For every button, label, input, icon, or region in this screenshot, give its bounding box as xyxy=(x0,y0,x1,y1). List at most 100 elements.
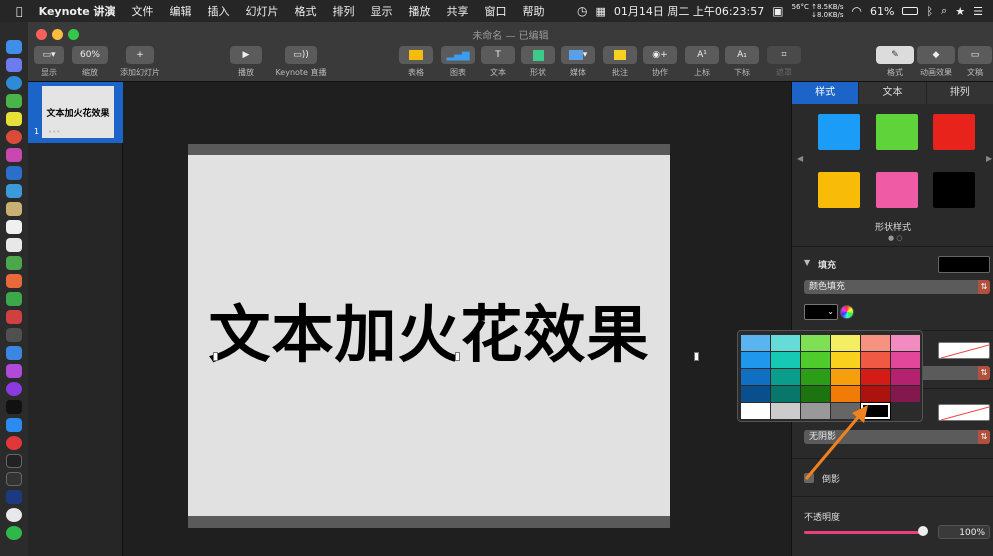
border-color-well[interactable] xyxy=(938,342,990,359)
app-icon[interactable] xyxy=(6,274,22,288)
table-button[interactable]: 表格 xyxy=(398,46,434,78)
next-styles-icon[interactable]: ▶ xyxy=(986,154,992,163)
calendar-icon[interactable]: ▦ xyxy=(595,5,605,18)
app-icon[interactable] xyxy=(6,292,22,306)
style-swatch-blue[interactable] xyxy=(818,114,860,150)
shadow-color-well[interactable] xyxy=(938,404,990,421)
fill-color-well[interactable] xyxy=(938,256,990,273)
color-dropdown[interactable]: ⌄ xyxy=(804,304,838,320)
style-swatch-yellow[interactable] xyxy=(818,172,860,208)
favorites-icon[interactable]: ★ xyxy=(955,5,965,18)
menu-list-icon[interactable]: ☰ xyxy=(973,5,983,18)
menu-help[interactable]: 帮助 xyxy=(515,3,553,19)
menu-insert[interactable]: 插入 xyxy=(200,3,238,19)
app-icon[interactable] xyxy=(6,328,22,342)
app-icon[interactable] xyxy=(6,148,22,162)
opacity-slider[interactable] xyxy=(804,531,924,534)
subscript-button[interactable]: A₁ 下标 xyxy=(724,46,760,78)
app-status-icon[interactable]: ▣ xyxy=(772,4,783,18)
menu-slide[interactable]: 幻灯片 xyxy=(238,3,287,19)
app-icon[interactable] xyxy=(6,436,22,450)
finder-icon[interactable] xyxy=(6,40,22,54)
prev-styles-icon[interactable]: ◀ xyxy=(797,154,803,163)
menu-format[interactable]: 格式 xyxy=(287,3,325,19)
launchpad-icon[interactable] xyxy=(6,58,22,72)
palette-swatch[interactable] xyxy=(861,369,890,385)
app-icon[interactable] xyxy=(6,508,22,522)
style-swatch-pink[interactable] xyxy=(876,172,918,208)
app-icon[interactable] xyxy=(6,490,22,504)
app-icon[interactable] xyxy=(6,184,22,198)
app-menu[interactable]: Keynote 讲演 xyxy=(31,3,124,19)
play-button[interactable]: ▶ 播放 xyxy=(228,46,264,78)
text-button[interactable]: T 文本 xyxy=(480,46,516,78)
palette-swatch[interactable] xyxy=(801,335,830,351)
palette-swatch[interactable] xyxy=(741,352,770,368)
palette-swatch[interactable] xyxy=(831,352,860,368)
palette-swatch[interactable] xyxy=(861,352,890,368)
keynote-live-button[interactable]: ▭)) Keynote 直播 xyxy=(270,46,332,78)
palette-swatch[interactable] xyxy=(741,403,770,419)
app-store-icon[interactable] xyxy=(6,418,22,432)
clock-icon[interactable]: ◷ xyxy=(577,4,587,18)
shape-button[interactable]: 形状 xyxy=(520,46,556,78)
resize-handle-center[interactable] xyxy=(455,352,460,361)
calendar-app-icon[interactable] xyxy=(6,220,22,234)
palette-swatch[interactable] xyxy=(741,386,770,402)
palette-swatch[interactable] xyxy=(831,335,860,351)
document-button[interactable]: ▭ 文稿 xyxy=(958,46,992,78)
app-icon[interactable] xyxy=(6,238,22,252)
menu-view[interactable]: 显示 xyxy=(363,3,401,19)
animate-button[interactable]: ◆ 动画效果 xyxy=(916,46,956,78)
app-icon[interactable] xyxy=(6,472,22,486)
tab-style[interactable]: 样式 xyxy=(792,82,860,104)
palette-swatch[interactable] xyxy=(801,369,830,385)
superscript-button[interactable]: A¹ 上标 xyxy=(684,46,720,78)
tv-icon[interactable] xyxy=(6,400,22,414)
view-button[interactable]: ▭▾ 显示 xyxy=(32,46,66,78)
terminal-icon[interactable] xyxy=(6,454,22,468)
palette-swatch[interactable] xyxy=(741,335,770,351)
battery-percent[interactable]: 61% xyxy=(870,5,894,18)
app-icon[interactable] xyxy=(6,310,22,324)
app-icon[interactable] xyxy=(6,364,22,378)
resize-handle-left[interactable] xyxy=(213,352,218,361)
wifi-icon[interactable]: ◠ xyxy=(852,4,862,18)
chrome-icon[interactable] xyxy=(6,130,22,144)
palette-swatch[interactable] xyxy=(891,369,920,385)
tab-text[interactable]: 文本 xyxy=(859,82,927,104)
palette-swatch[interactable] xyxy=(771,369,800,385)
palette-swatch[interactable] xyxy=(891,352,920,368)
resize-handle-right[interactable] xyxy=(694,352,699,361)
menu-edit[interactable]: 编辑 xyxy=(162,3,200,19)
palette-swatch[interactable] xyxy=(861,335,890,351)
menu-arrange[interactable]: 排列 xyxy=(325,3,363,19)
more-icon[interactable]: ••• xyxy=(48,128,60,136)
collaborate-button[interactable]: ◉+ 协作 xyxy=(642,46,678,78)
disclosure-triangle-icon[interactable]: ▼ xyxy=(804,258,810,267)
keynote-icon[interactable] xyxy=(6,346,22,360)
mask-button[interactable]: ⌗ 遮罩 xyxy=(766,46,802,78)
menu-window[interactable]: 窗口 xyxy=(477,3,515,19)
menu-file[interactable]: 文件 xyxy=(124,3,162,19)
page-dots[interactable]: ● ○ xyxy=(888,234,902,242)
zoom-button[interactable]: 60% 缩放 xyxy=(70,46,110,78)
menu-share[interactable]: 共享 xyxy=(439,3,477,19)
palette-swatch[interactable] xyxy=(741,369,770,385)
style-swatch-red[interactable] xyxy=(933,114,975,150)
app-icon[interactable] xyxy=(6,94,22,108)
color-wheel-icon[interactable] xyxy=(840,305,854,319)
bluetooth-icon[interactable]: ᛒ xyxy=(926,5,933,18)
chart-button[interactable]: ▂▄▆ 图表 xyxy=(440,46,476,78)
app-icon[interactable] xyxy=(6,112,22,126)
app-icon[interactable] xyxy=(6,202,22,216)
datetime[interactable]: 01月14日 周二 上午06:23:57 xyxy=(614,3,764,19)
add-slide-button[interactable]: + 添加幻灯片 xyxy=(114,46,166,78)
media-button[interactable]: ▾ 媒体 xyxy=(560,46,596,78)
search-icon[interactable]: ⌕ xyxy=(941,4,947,18)
opacity-slider-knob[interactable] xyxy=(918,526,928,536)
palette-swatch[interactable] xyxy=(891,403,920,419)
podcasts-icon[interactable] xyxy=(6,382,22,396)
palette-swatch[interactable] xyxy=(891,386,920,402)
app-icon[interactable] xyxy=(6,256,22,270)
